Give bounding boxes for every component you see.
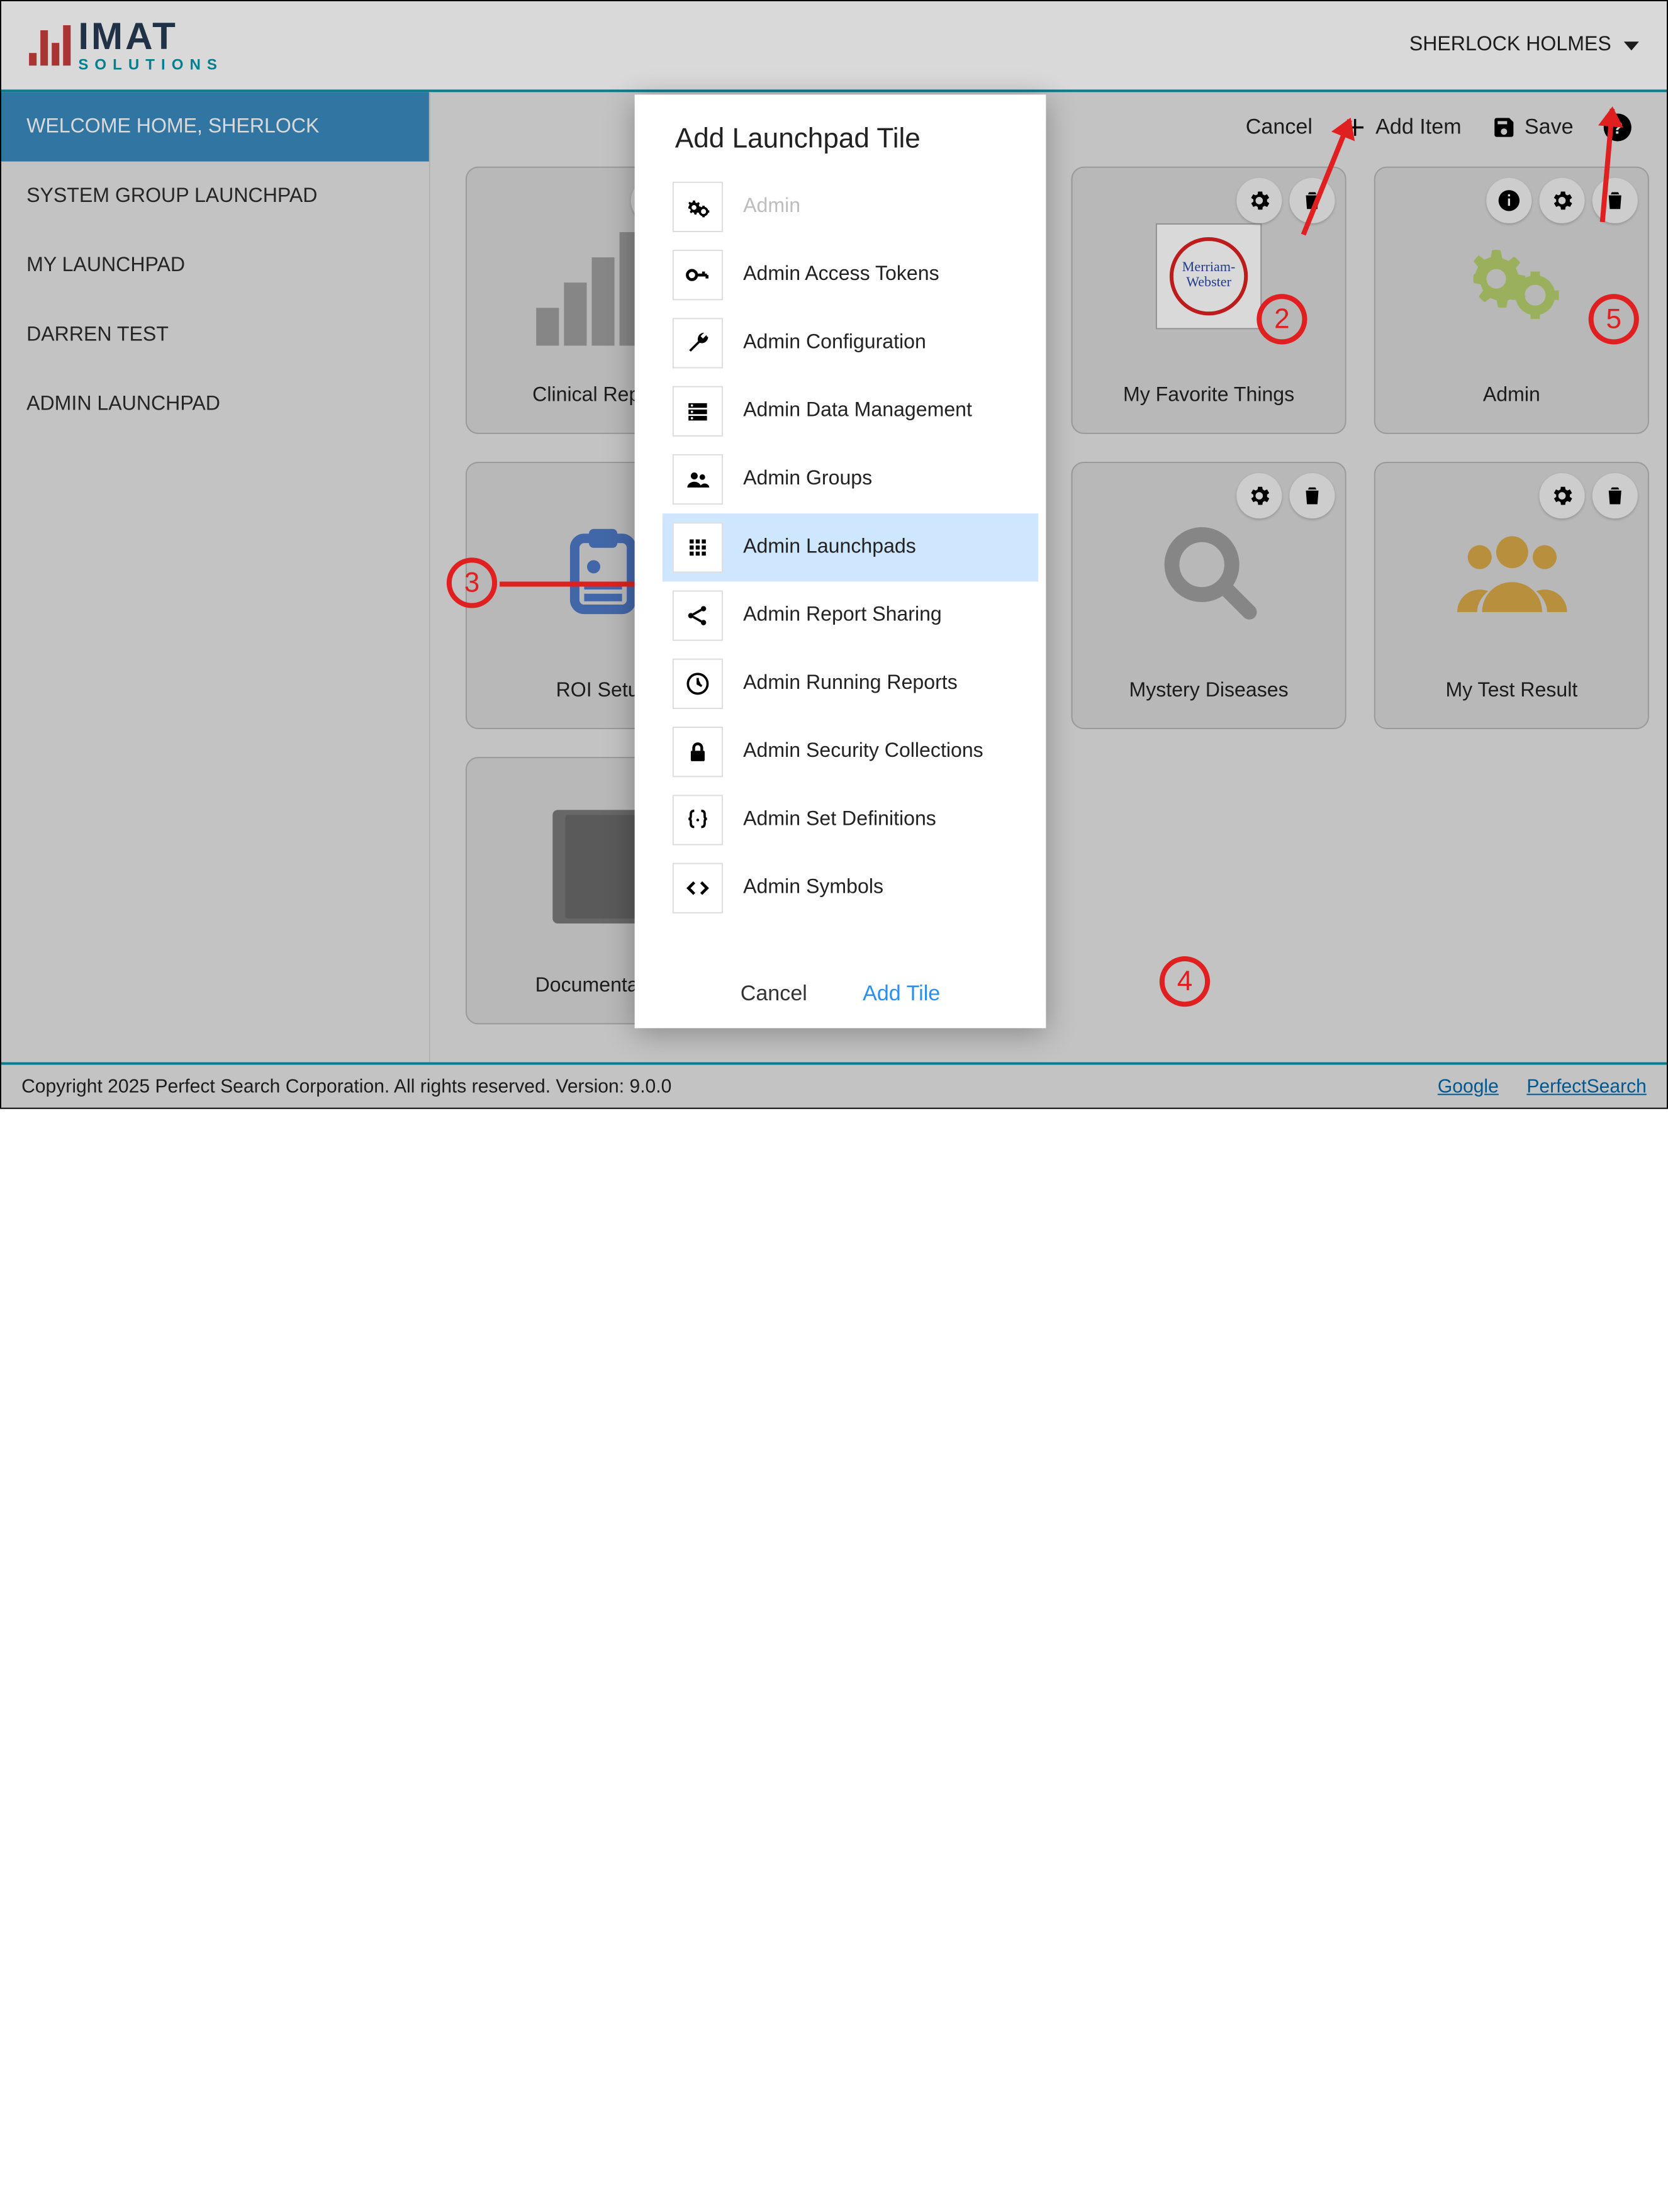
modal-option-label: Admin Groups bbox=[743, 468, 872, 491]
modal-option-label: Admin Security Collections bbox=[743, 740, 983, 763]
gears-icon bbox=[673, 182, 723, 232]
modal-option: Admin bbox=[663, 173, 1039, 241]
grid-icon bbox=[673, 522, 723, 573]
modal-option-label: Admin Report Sharing bbox=[743, 605, 942, 627]
callout-circle-2: 2 bbox=[1257, 294, 1307, 344]
modal-option[interactable]: Admin Groups bbox=[663, 445, 1039, 513]
modal-option[interactable]: Admin Configuration bbox=[663, 309, 1039, 377]
callout-3: 3 bbox=[447, 557, 497, 608]
key-icon bbox=[673, 250, 723, 300]
callout-4: 4 bbox=[1160, 956, 1210, 1007]
modal-option-label: Admin Access Tokens bbox=[743, 264, 939, 286]
modal-option[interactable]: Admin Set Definitions bbox=[663, 786, 1039, 854]
code-icon bbox=[673, 863, 723, 913]
modal-actions: Cancel Add Tile bbox=[635, 960, 1046, 1028]
modal-add-tile-button[interactable]: Add Tile bbox=[863, 981, 940, 1007]
modal-option-label: Admin bbox=[743, 196, 800, 218]
callout-circle-3: 3 bbox=[447, 557, 497, 608]
callout-circle-5: 5 bbox=[1589, 294, 1639, 344]
group-icon bbox=[673, 454, 723, 505]
modal-option-label: Admin Symbols bbox=[743, 877, 883, 900]
callout-5: 5 bbox=[1589, 294, 1639, 344]
modal-list[interactable]: Admin Admin Access Tokens Admin Configurat… bbox=[663, 173, 1039, 960]
wrench-icon bbox=[673, 318, 723, 368]
modal-option[interactable]: Admin Symbols bbox=[663, 854, 1039, 922]
add-tile-modal: Add Launchpad Tile Admin Admin Access Tok… bbox=[635, 94, 1046, 1028]
braces-icon bbox=[673, 795, 723, 845]
share-icon bbox=[673, 590, 723, 640]
modal-title: Add Launchpad Tile bbox=[675, 123, 1046, 155]
modal-option[interactable]: Admin Security Collections bbox=[663, 718, 1039, 786]
modal-option[interactable]: Admin Access Tokens bbox=[663, 241, 1039, 309]
modal-option-label: Admin Configuration bbox=[743, 332, 926, 354]
app-root: IMAT SOLUTIONS SHERLOCK HOLMES WELCOME H… bbox=[0, 0, 1668, 1109]
modal-option[interactable]: Admin Report Sharing bbox=[663, 581, 1039, 649]
modal-option[interactable]: Admin Launchpads bbox=[663, 513, 1039, 581]
modal-option-label: Admin Set Definitions bbox=[743, 808, 936, 831]
clock-icon bbox=[673, 659, 723, 709]
callout-circle-4: 4 bbox=[1160, 956, 1210, 1007]
modal-option-label: Admin Launchpads bbox=[743, 536, 916, 559]
modal-option[interactable]: Admin Data Management bbox=[663, 377, 1039, 445]
modal-option-label: Admin Running Reports bbox=[743, 673, 958, 695]
modal-option-label: Admin Data Management bbox=[743, 400, 972, 423]
server-icon bbox=[673, 386, 723, 437]
lock-icon bbox=[673, 727, 723, 777]
modal-cancel-button[interactable]: Cancel bbox=[741, 981, 807, 1007]
modal-option[interactable]: Admin Running Reports bbox=[663, 650, 1039, 718]
callout-2: 2 bbox=[1257, 294, 1307, 344]
